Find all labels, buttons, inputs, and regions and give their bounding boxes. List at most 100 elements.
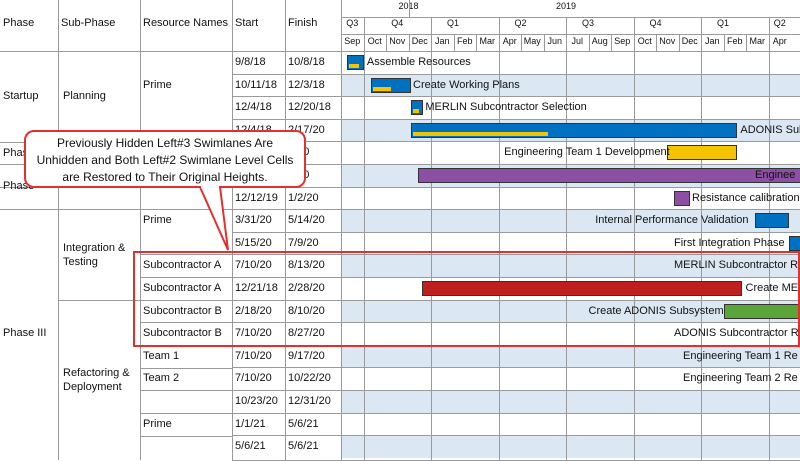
resource-name: Prime: [140, 79, 172, 91]
month-divider: [656, 35, 657, 51]
month-label: Jun: [544, 36, 567, 46]
phase-iii[interactable]: Phase III: [0, 327, 46, 339]
task-label: Assemble Resources: [367, 56, 471, 68]
month-label: Aug: [589, 36, 612, 46]
row-line: [232, 141, 800, 142]
subphase-integration[interactable]: Integration & Testing: [60, 241, 140, 269]
finish-date: 5/6/21: [285, 440, 319, 452]
finish-date: 1/2/20: [285, 192, 319, 204]
resource-line: [140, 51, 232, 52]
resource-name: Team 2: [140, 372, 179, 384]
finish-date: 12/20/18: [285, 101, 331, 113]
row-line: [232, 51, 800, 52]
task-label: Engineering Team 2 Re: [683, 372, 798, 384]
start-date: 1/1/21: [232, 418, 266, 430]
finish-date: 12/3/18: [285, 79, 325, 91]
month-divider: [724, 35, 725, 51]
finish-date: 5/6/21: [285, 418, 319, 430]
task-label: Enginee: [755, 169, 795, 181]
month-divider: [386, 35, 387, 51]
finish-date: 9/17/20: [285, 350, 325, 362]
callout-line-1: Previously Hidden Left#3 Swimlanes Are: [26, 135, 304, 152]
col-header-start[interactable]: Start: [232, 14, 285, 32]
col-header-resource[interactable]: Resource Names: [140, 14, 232, 32]
month-label: Apr: [769, 36, 792, 46]
month-divider: [476, 35, 477, 51]
phase-line: [0, 51, 58, 52]
highlight-box: [133, 251, 800, 347]
gantt-bar: [418, 168, 800, 183]
resource-name: Team 1: [140, 350, 179, 362]
month-divider: [611, 35, 612, 51]
phase-startup[interactable]: Startup: [0, 90, 38, 102]
start-date: 10/11/18: [232, 79, 277, 91]
row-line: [232, 367, 800, 368]
start-date: 9/8/18: [232, 56, 266, 68]
month-divider: [454, 35, 455, 51]
resource-line: [140, 436, 232, 437]
start-date: 5/6/21: [232, 440, 266, 452]
gantt-bar: [755, 213, 789, 228]
phase-line: [0, 209, 58, 210]
start-date: 7/10/20: [232, 350, 272, 362]
month-label: Mar: [746, 36, 769, 46]
col-header-phase[interactable]: Phase: [0, 14, 58, 32]
task-label: Create Working Plans: [413, 79, 520, 91]
callout-pointer: [190, 186, 240, 256]
month-divider: [521, 35, 522, 51]
row-line: [232, 119, 800, 120]
column-divider: [285, 0, 286, 460]
task-label: Internal Performance Validation: [595, 214, 748, 226]
callout-line-3: are Restored to Their Original Heights.: [26, 169, 304, 186]
start-date: 7/10/20: [232, 372, 272, 384]
row-line: [232, 74, 800, 75]
resource-name: Prime: [140, 418, 172, 430]
progress-bar: [349, 64, 359, 68]
quarter-label: Q4: [364, 18, 432, 28]
task-label: First Integration Phase: [674, 237, 785, 249]
resource-name: Prime: [140, 214, 172, 226]
quarter-divider: [634, 18, 635, 460]
year-divider: [409, 0, 410, 17]
subphase-line: [58, 209, 140, 210]
start-date: 12/4/18: [232, 101, 272, 113]
row-line: [232, 390, 800, 391]
quarter-label: Q2: [769, 18, 792, 28]
year-2019: 2019: [544, 1, 589, 11]
month-label: Jan: [431, 36, 454, 46]
col-header-subphase[interactable]: Sub-Phase: [58, 14, 140, 32]
subphase-refactoring[interactable]: Refactoring & Deployment: [60, 366, 140, 394]
month-label: Jan: [701, 36, 724, 46]
month-divider: [409, 35, 410, 51]
subphase-planning[interactable]: Planning: [60, 90, 106, 102]
quarter-divider: [364, 18, 365, 460]
finish-date: 12/31/20: [285, 395, 331, 407]
col-header-finish[interactable]: Finish: [285, 14, 341, 32]
gantt-bar: [789, 236, 800, 251]
subphase-line: [58, 51, 140, 52]
month-label: Feb: [454, 36, 477, 46]
resource-line: [140, 368, 232, 369]
finish-date: 10/8/18: [285, 56, 325, 68]
quarter-label: Q3: [341, 18, 364, 28]
month-label: Sep: [611, 36, 634, 46]
row-line: [232, 232, 800, 233]
task-label: Engineering Team 1 Development: [504, 146, 670, 158]
column-divider: [140, 0, 141, 460]
month-label: Sep: [341, 36, 364, 46]
column-divider: [58, 0, 59, 460]
row-line: [232, 164, 800, 165]
timeline-quarter-divider: [341, 34, 800, 35]
month-label: Feb: [724, 36, 747, 46]
month-divider: [746, 35, 747, 51]
month-label: Nov: [386, 36, 409, 46]
month-label: May: [521, 36, 544, 46]
resource-line: [140, 390, 232, 391]
callout-box: Previously Hidden Left#3 Swimlanes Are U…: [24, 130, 306, 188]
task-label: Resistance calibration: [692, 192, 800, 204]
row-line: [232, 187, 800, 188]
timeline-year-divider: [341, 17, 800, 18]
resource-line: [140, 413, 232, 414]
row-line: [232, 413, 800, 414]
finish-date: 10/22/20: [285, 372, 331, 384]
